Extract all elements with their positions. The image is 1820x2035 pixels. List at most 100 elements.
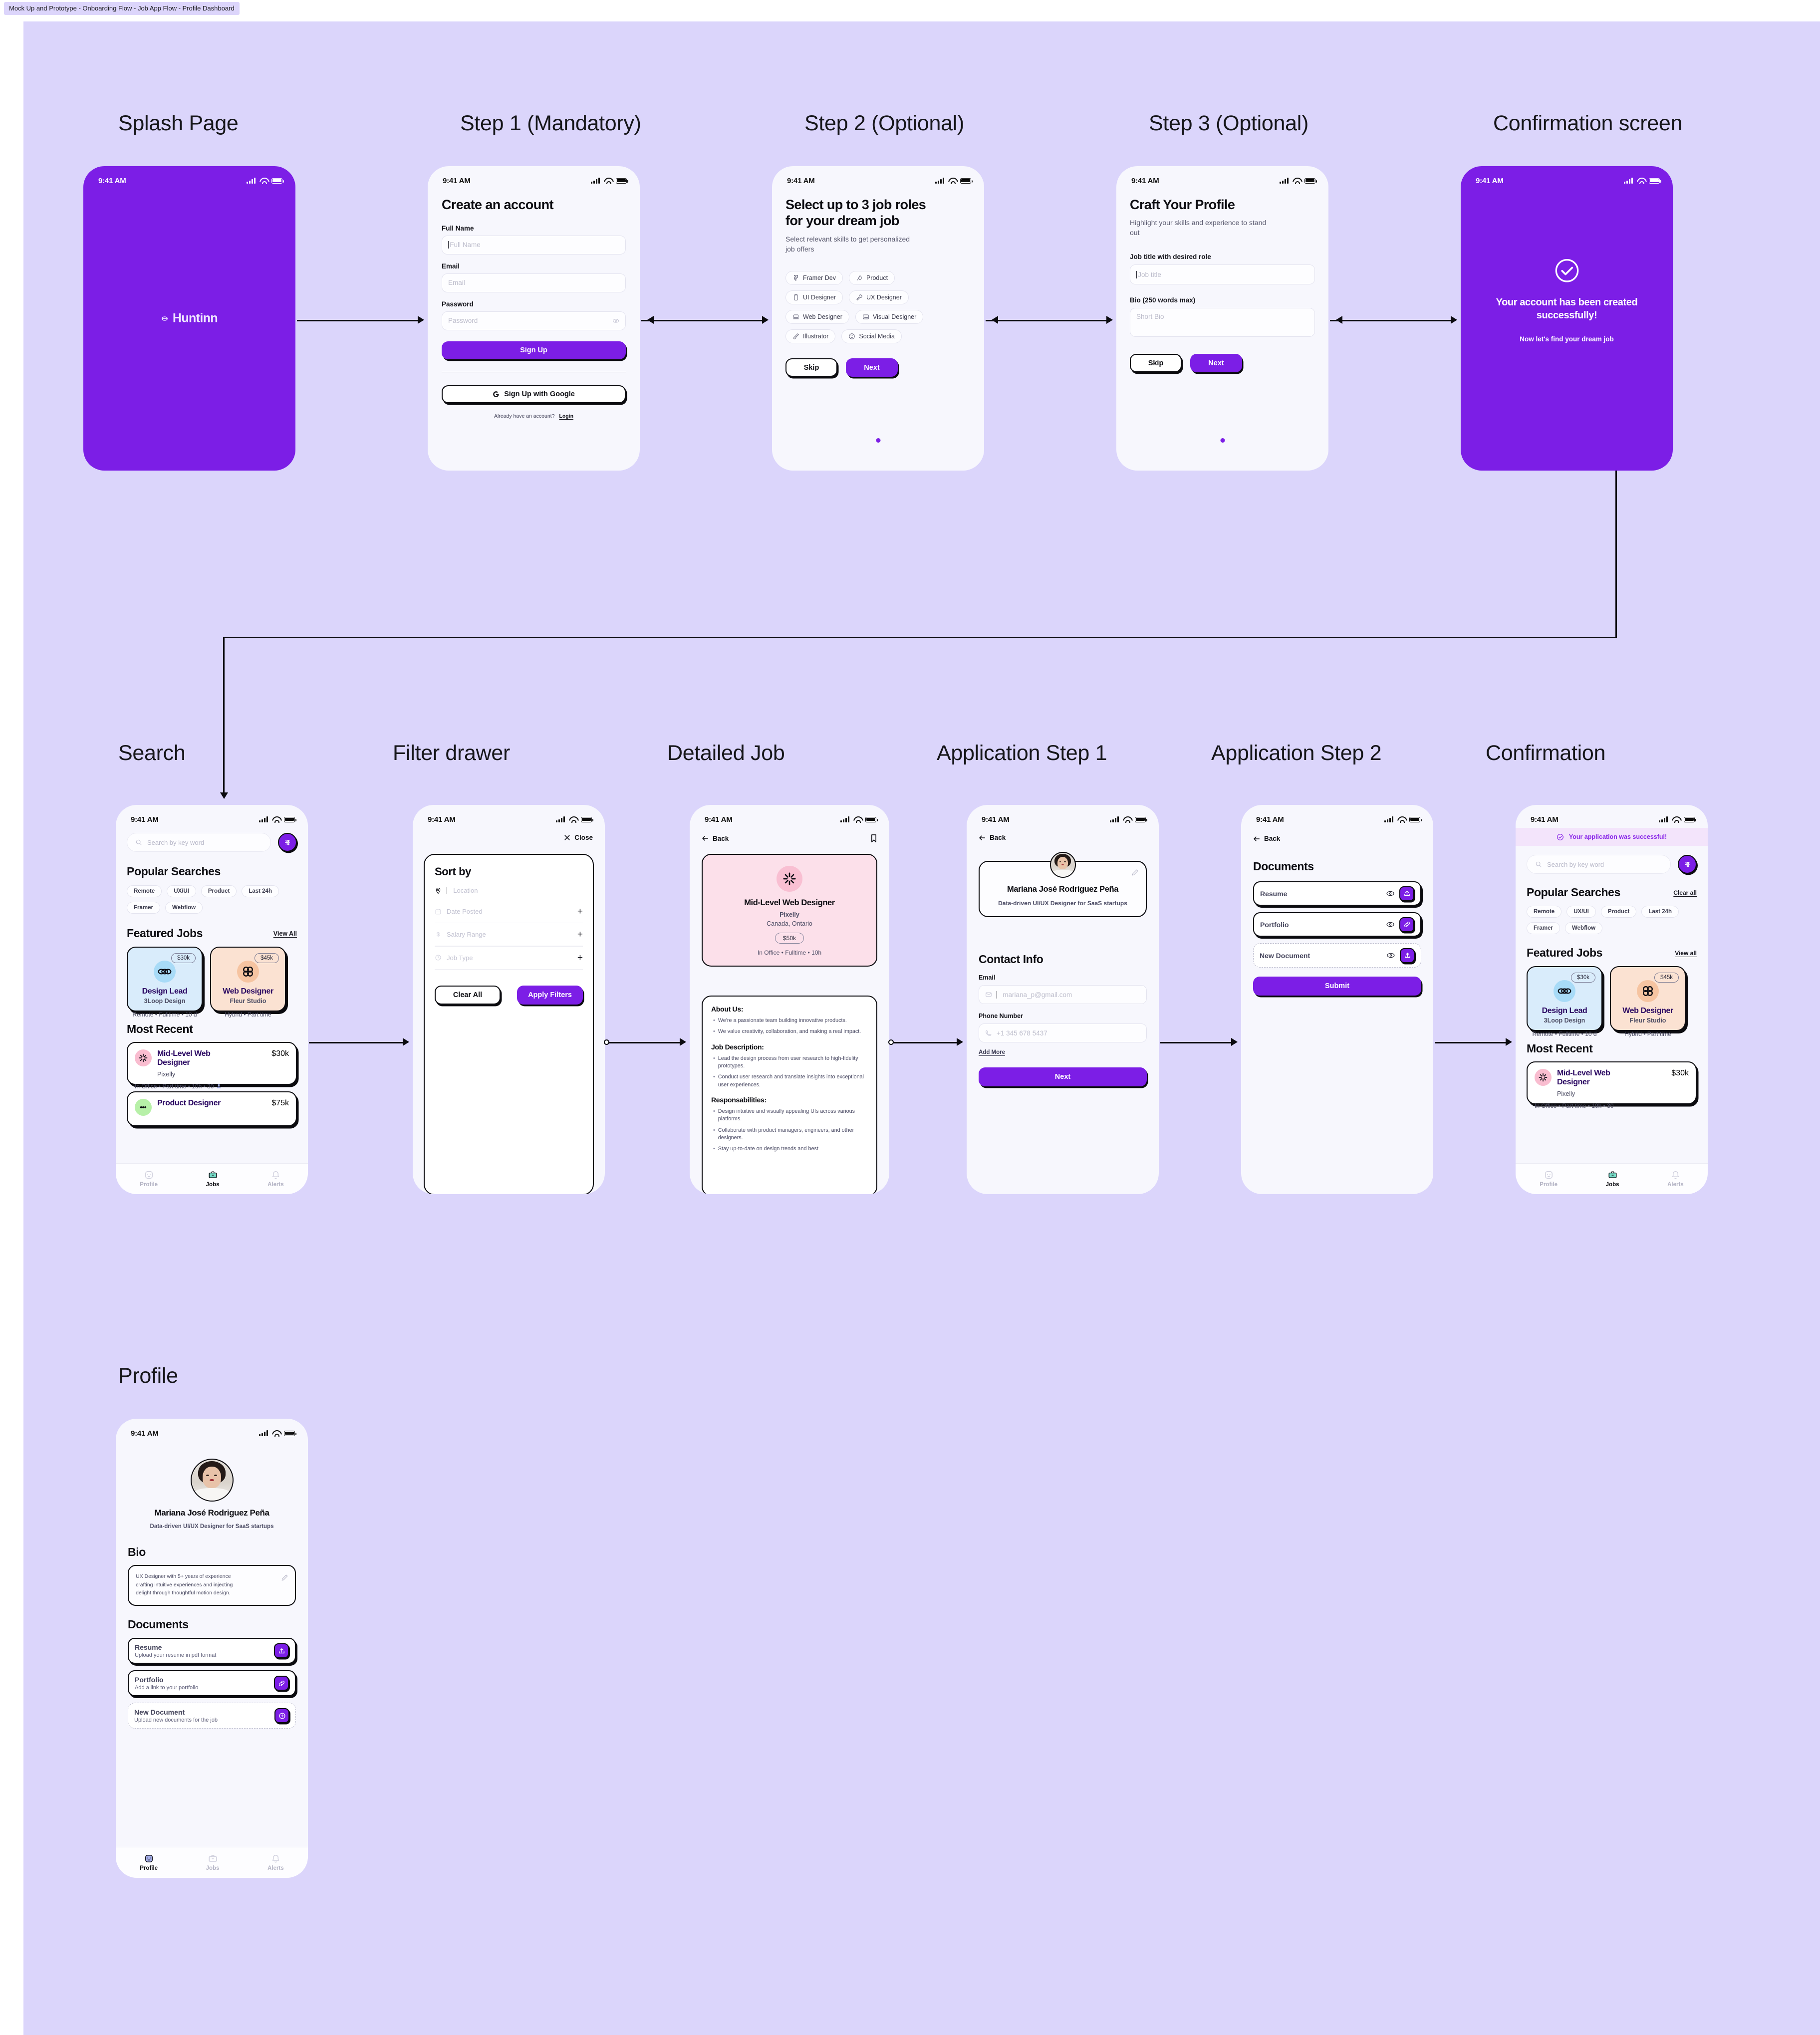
phone-application-step1: 9:41 AM Back Mariana José Rodriguez Peña… xyxy=(967,805,1159,1194)
email-input[interactable]: Email xyxy=(442,273,626,292)
filter-row-date-posted[interactable]: Date Posted + xyxy=(435,900,583,923)
featured-job-card[interactable]: $45k Web Designer Fleur Studio Hybrid • … xyxy=(1610,966,1686,1037)
back-button[interactable]: Back xyxy=(1253,835,1280,842)
eye-icon[interactable] xyxy=(1386,891,1394,896)
add-document-button[interactable] xyxy=(274,1708,289,1723)
next-button[interactable]: Next xyxy=(846,358,898,377)
back-button[interactable]: Back xyxy=(702,835,729,842)
upload-button[interactable] xyxy=(1400,948,1415,963)
eye-icon[interactable] xyxy=(1387,953,1395,958)
google-sign-up-button[interactable]: Sign Up with Google xyxy=(442,385,626,404)
filter-label: Date Posted xyxy=(447,908,483,916)
popular-chip-framer[interactable]: Framer xyxy=(127,902,160,914)
tab-profile[interactable]: Profile xyxy=(140,1854,158,1871)
check-circle-icon xyxy=(1557,833,1563,840)
tab-jobs[interactable]: Jobs xyxy=(1606,1170,1619,1188)
search-input[interactable]: Search by key word xyxy=(127,833,271,852)
popular-chip-uxui[interactable]: UX/UI xyxy=(1566,906,1596,918)
link-button[interactable] xyxy=(1399,917,1414,932)
login-link[interactable]: Login xyxy=(559,413,573,419)
popular-chip-last24h[interactable]: Last 24h xyxy=(242,885,279,897)
recent-job-card[interactable]: Mid-Level Web Designer Pixelly $30k In O… xyxy=(1527,1061,1697,1109)
filter-button[interactable] xyxy=(278,833,297,852)
popular-chip-webflow[interactable]: Webflow xyxy=(165,902,203,914)
featured-job-card[interactable]: $45k Web Designer Fleur Studio Hybrid • … xyxy=(210,947,286,1018)
filter-row-job-type[interactable]: Job Type + xyxy=(435,947,583,969)
tab-alerts[interactable]: Alerts xyxy=(267,1854,284,1871)
signup-title: Create an account xyxy=(442,197,553,212)
document-row-resume[interactable]: Resume Upload your resume in pdf format xyxy=(128,1638,296,1664)
featured-job-card[interactable]: $30k Design Lead 3Loop Design Remote • F… xyxy=(1527,966,1602,1037)
expand-plus-icon[interactable]: + xyxy=(577,930,583,939)
search-input[interactable]: Search by key word xyxy=(1527,855,1671,874)
link-button[interactable] xyxy=(274,1676,289,1691)
popular-chip-remote[interactable]: Remote xyxy=(127,885,162,897)
file-breadcrumb-tab[interactable]: Mock Up and Prototype - Onboarding Flow … xyxy=(4,2,240,15)
chip-ux-designer[interactable]: UX Designer xyxy=(849,290,909,305)
arrow-head-down xyxy=(220,792,228,799)
tab-alerts[interactable]: Alerts xyxy=(1667,1170,1684,1188)
upload-button[interactable] xyxy=(1399,886,1414,901)
chip-social-media[interactable]: Social Media xyxy=(841,329,902,344)
eye-icon[interactable] xyxy=(1386,922,1394,927)
popular-chip-product[interactable]: Product xyxy=(201,885,237,897)
bookmark-icon[interactable] xyxy=(870,834,877,843)
recent-job-card[interactable]: Product Designer $75k xyxy=(127,1091,297,1126)
eye-icon[interactable] xyxy=(612,317,619,324)
chip-illustrator[interactable]: Illustrator xyxy=(785,329,836,344)
recent-job-card[interactable]: Mid-Level Web Designer Pixelly $30k In O… xyxy=(127,1042,297,1090)
document-row-portfolio[interactable]: Portfolio Add a link to your portfolio xyxy=(128,1670,296,1696)
document-row-resume[interactable]: Resume xyxy=(1253,881,1421,906)
email-input[interactable]: mariana_p@gmail.com xyxy=(979,985,1147,1004)
popular-chip-remote[interactable]: Remote xyxy=(1527,906,1562,918)
close-button[interactable]: Close xyxy=(564,834,593,841)
filter-row-location[interactable]: Location xyxy=(435,887,583,900)
back-button[interactable]: Back xyxy=(979,834,1006,841)
document-row-new-document[interactable]: New Document xyxy=(1253,943,1421,968)
expand-plus-icon[interactable]: + xyxy=(577,953,583,963)
password-input[interactable]: Password xyxy=(442,311,626,330)
document-row-new-document[interactable]: New Document Upload new documents for th… xyxy=(128,1703,296,1729)
clear-all-button[interactable]: Clear All xyxy=(435,985,501,1005)
phone-input[interactable]: +1 345 678 5437 xyxy=(979,1023,1147,1042)
view-all-link[interactable]: View all xyxy=(1675,950,1697,957)
add-more-link[interactable]: Add More xyxy=(979,1049,1005,1055)
sign-up-button[interactable]: Sign Up xyxy=(442,341,626,359)
chip-framer-dev[interactable]: Framer Dev xyxy=(785,271,843,285)
popular-chip-framer[interactable]: Framer xyxy=(1527,922,1560,934)
next-button[interactable]: Next xyxy=(1190,354,1242,373)
pencil-icon[interactable] xyxy=(281,1574,288,1581)
tab-jobs[interactable]: Jobs xyxy=(206,1170,220,1188)
filter-button[interactable] xyxy=(1678,855,1697,874)
submit-button[interactable]: Submit xyxy=(1253,977,1421,996)
next-button[interactable]: Next xyxy=(979,1067,1147,1086)
chip-visual-designer[interactable]: Visual Designer xyxy=(855,310,924,324)
view-all-link[interactable]: View All xyxy=(273,930,297,937)
tab-profile[interactable]: Profile xyxy=(1540,1170,1558,1188)
skip-button[interactable]: Skip xyxy=(785,358,837,377)
job-title-input[interactable]: Job title xyxy=(1130,264,1315,285)
upload-icon xyxy=(278,1648,284,1653)
bio-input[interactable]: Short Bio xyxy=(1130,308,1315,337)
featured-job-card[interactable]: $30k Design Lead 3Loop Design Remote • F… xyxy=(127,947,203,1018)
skip-button[interactable]: Skip xyxy=(1130,354,1182,373)
popular-chip-last24h[interactable]: Last 24h xyxy=(1641,906,1679,918)
expand-plus-icon[interactable]: + xyxy=(577,907,583,916)
tab-alerts[interactable]: Alerts xyxy=(267,1170,284,1188)
tab-jobs[interactable]: Jobs xyxy=(206,1854,220,1871)
document-row-portfolio[interactable]: Portfolio xyxy=(1253,912,1421,937)
chip-ui-designer[interactable]: UI Designer xyxy=(785,290,843,305)
tab-profile[interactable]: Profile xyxy=(140,1170,158,1188)
chip-product[interactable]: Product xyxy=(848,271,895,285)
popular-chip-product[interactable]: Product xyxy=(1600,906,1637,918)
filter-row-salary-range[interactable]: Salary Range + xyxy=(435,923,583,946)
popular-chip-webflow[interactable]: Webflow xyxy=(1565,922,1603,934)
clear-all-link[interactable]: Clear all xyxy=(1673,889,1697,896)
popular-chip-uxui[interactable]: UX/UI xyxy=(167,885,196,897)
bio-card[interactable]: UX Designer with 5+ years of experience … xyxy=(128,1565,296,1606)
chip-web-designer[interactable]: Web Designer xyxy=(785,310,849,324)
upload-button[interactable] xyxy=(274,1643,289,1658)
full-name-input[interactable]: Full Name xyxy=(442,235,626,254)
apply-filters-button[interactable]: Apply Filters xyxy=(517,985,583,1005)
pencil-icon[interactable] xyxy=(1131,869,1139,876)
